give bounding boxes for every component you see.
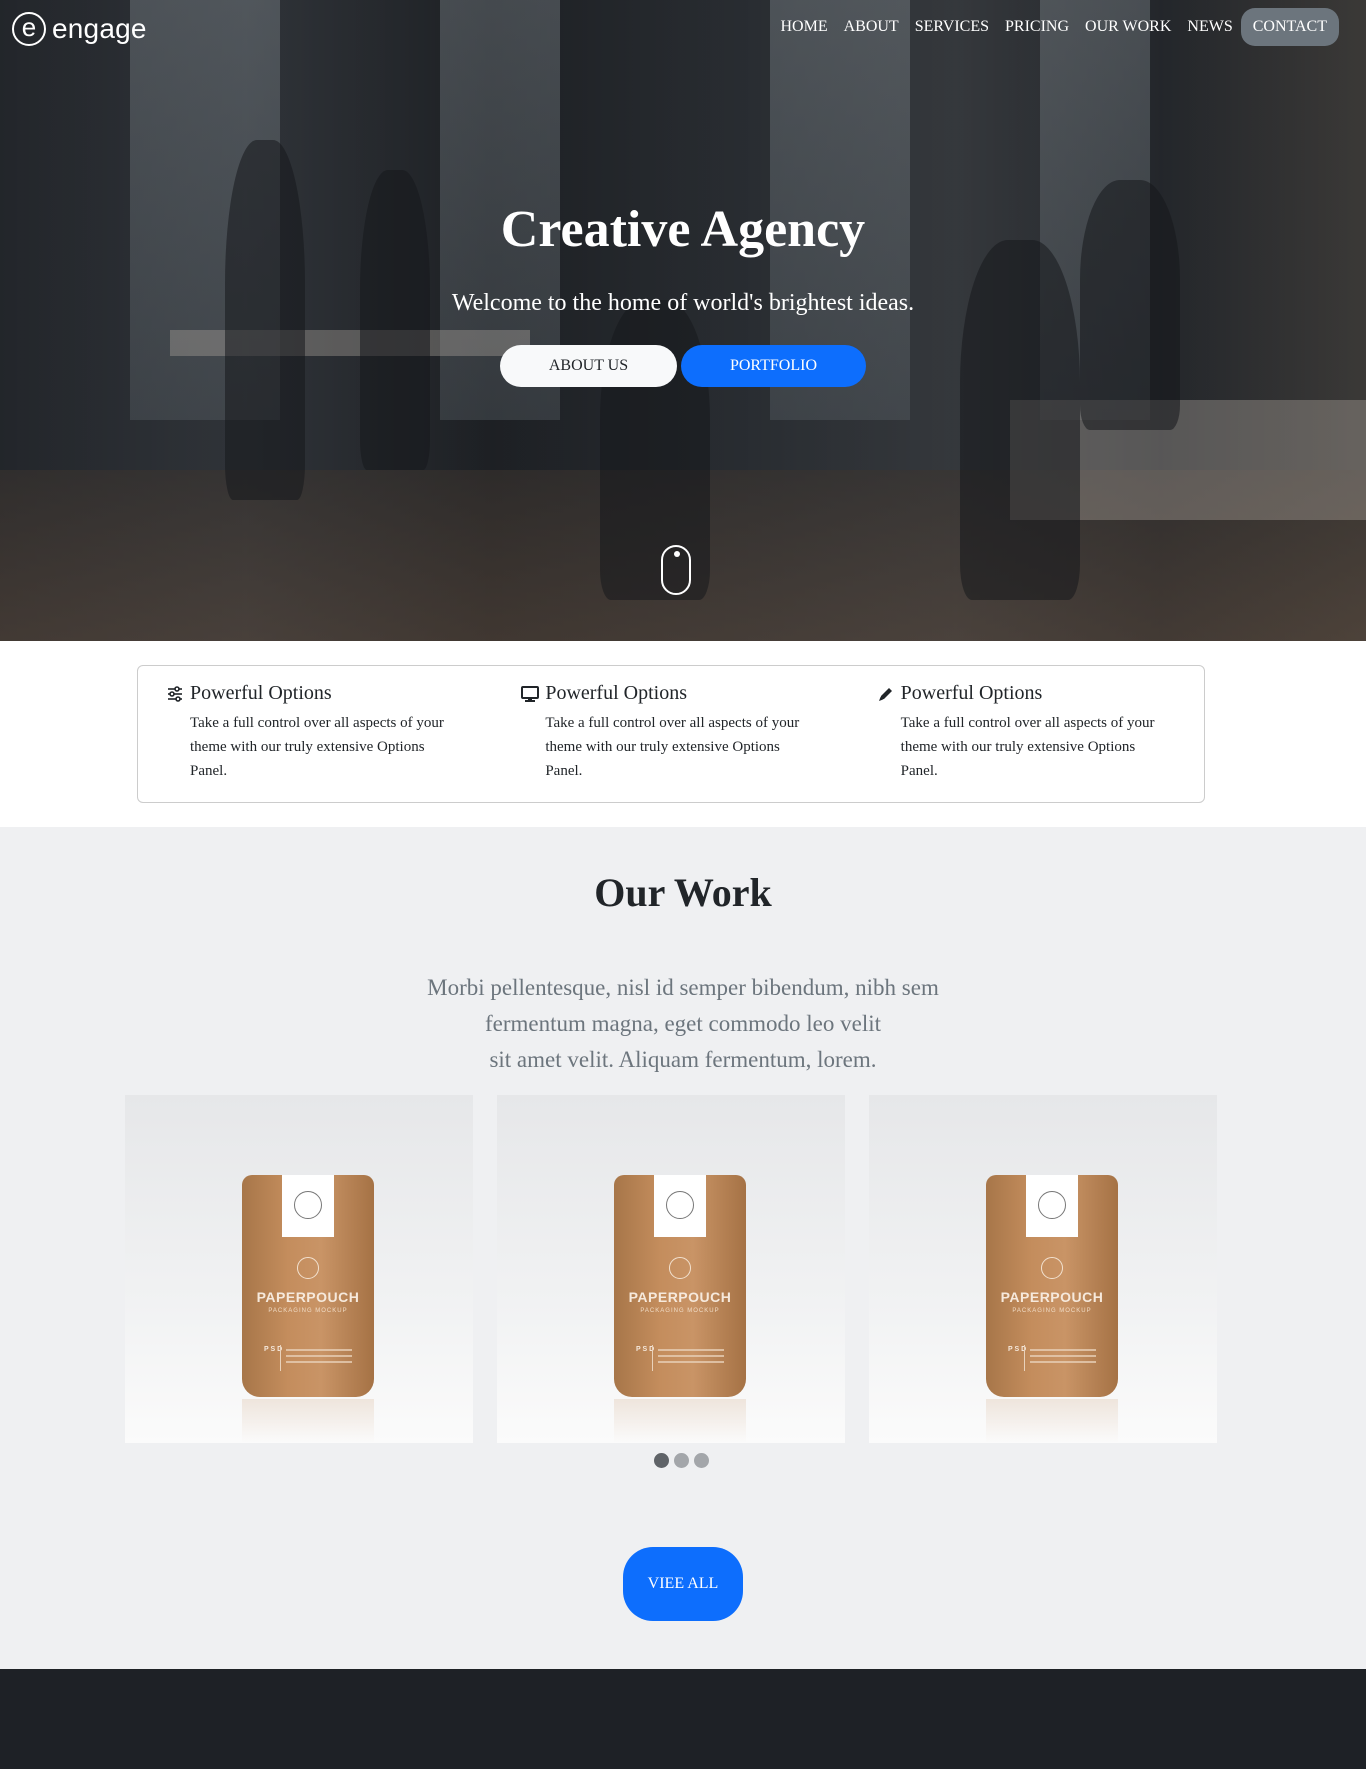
feature-text: Take a full control over all aspects of … (545, 715, 800, 779)
product-pouch-image: PAPERPOUCH PACKAGING MOCKUP P S D (614, 1175, 746, 1397)
feature-item: Powerful Options Take a full control ove… (138, 666, 493, 802)
product-name: PAPERPOUCH (628, 1289, 732, 1305)
pouch-label (282, 1175, 334, 1237)
feature-heading: Powerful Options (521, 682, 820, 705)
hero-subtitle: Welcome to the home of world's brightest… (451, 290, 915, 316)
pouch-text-lines (652, 1345, 724, 1371)
product-subtitle: PACKAGING MOCKUP (1012, 1308, 1092, 1314)
feature-heading: Powerful Options (877, 682, 1176, 705)
carousel-dot-3[interactable] (694, 1453, 709, 1468)
pouch-label (1026, 1175, 1078, 1237)
feature-item: Powerful Options Take a full control ove… (493, 666, 848, 802)
emblem-icon (669, 1257, 691, 1279)
sliders-icon (166, 685, 184, 703)
nav-our-work[interactable]: OUR WORK (1077, 8, 1179, 46)
feature-text: Take a full control over all aspects of … (900, 715, 1155, 779)
pouch-reflection (986, 1399, 1118, 1443)
portfolio-button[interactable]: PORTFOLIO (681, 345, 866, 387)
background-person (225, 140, 305, 500)
nav-pricing[interactable]: PRICING (997, 8, 1077, 46)
hero-section: e engage HOME ABOUT SERVICES PRICING OUR… (0, 0, 1366, 641)
nav-news[interactable]: NEWS (1179, 8, 1240, 46)
pouch-reflection (242, 1399, 374, 1443)
nav-services[interactable]: SERVICES (907, 8, 997, 46)
nav-contact[interactable]: CONTACT (1240, 8, 1339, 46)
view-all-button[interactable]: VIEE ALL (623, 1547, 743, 1621)
product-pouch-image: PAPERPOUCH PACKAGING MOCKUP P S D (242, 1175, 374, 1397)
feature-item: Powerful Options Take a full control ove… (849, 666, 1204, 802)
portfolio-card[interactable]: PAPERPOUCH PACKAGING MOCKUP P S D (497, 1095, 845, 1443)
product-subtitle: PACKAGING MOCKUP (640, 1308, 720, 1314)
main-nav: HOME ABOUT SERVICES PRICING OUR WORK NEW… (772, 8, 1339, 46)
section-title: Our Work (594, 870, 772, 915)
emblem-icon (1041, 1257, 1063, 1279)
product-name: PAPERPOUCH (256, 1289, 360, 1305)
description-line: fermentum magna, eget commodo leo velit (485, 1011, 881, 1036)
description-line: sit amet velit. Aliquam fermentum, lorem… (489, 1047, 877, 1072)
stamp-icon (666, 1191, 694, 1219)
logo-mark: e (12, 12, 46, 46)
description-line: Morbi pellentesque, nisl id semper biben… (427, 975, 939, 1000)
background-desk (170, 330, 530, 356)
product-name: PAPERPOUCH (1000, 1289, 1104, 1305)
portfolio-card[interactable]: PAPERPOUCH PACKAGING MOCKUP P S D (869, 1095, 1217, 1443)
feature-text: Take a full control over all aspects of … (190, 715, 444, 779)
feature-title: Powerful Options (545, 682, 687, 704)
about-us-button[interactable]: ABOUT US (500, 345, 677, 387)
our-work-section: Our Work Morbi pellentesque, nisl id sem… (0, 827, 1366, 1669)
carousel-dot-2[interactable] (674, 1453, 689, 1468)
pouch-label (654, 1175, 706, 1237)
carousel-dot-1[interactable] (654, 1453, 669, 1468)
pouch-text-lines (1024, 1345, 1096, 1371)
feature-title: Powerful Options (190, 682, 332, 704)
feature-heading: Powerful Options (166, 682, 465, 705)
pouch-reflection (614, 1399, 746, 1443)
scroll-down-icon[interactable] (661, 545, 691, 595)
feature-title: Powerful Options (900, 682, 1043, 704)
stamp-icon (1038, 1191, 1066, 1219)
nav-about[interactable]: ABOUT (836, 8, 907, 46)
hero-title: Creative Agency (500, 201, 866, 258)
emblem-icon (297, 1257, 319, 1279)
carousel-dots (654, 1453, 709, 1468)
scroll-dot (674, 551, 680, 557)
footer (0, 1669, 1366, 1769)
pencil-icon (877, 685, 895, 703)
nav-home[interactable]: HOME (772, 8, 835, 46)
features-box: Powerful Options Take a full control ove… (137, 665, 1205, 803)
pouch-text-lines (280, 1345, 352, 1371)
monitor-icon (521, 685, 540, 703)
section-description: Morbi pellentesque, nisl id semper biben… (383, 970, 983, 1078)
product-pouch-image: PAPERPOUCH PACKAGING MOCKUP P S D (986, 1175, 1118, 1397)
logo-text: engage (52, 13, 147, 44)
stamp-icon (294, 1191, 322, 1219)
product-subtitle: PACKAGING MOCKUP (268, 1308, 348, 1314)
logo[interactable]: e engage (12, 12, 147, 46)
portfolio-card[interactable]: PAPERPOUCH PACKAGING MOCKUP P S D (125, 1095, 473, 1443)
